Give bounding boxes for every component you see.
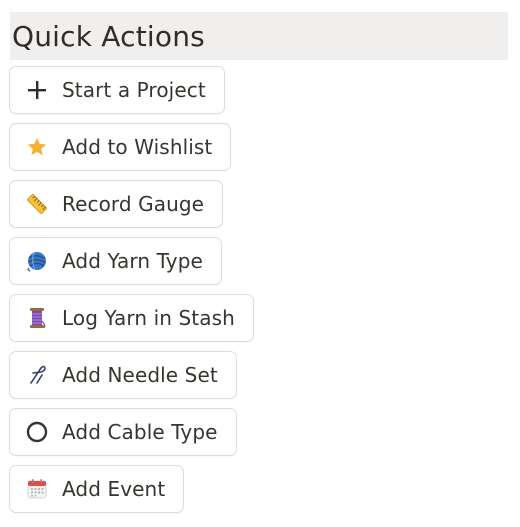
record-gauge-label: Record Gauge	[62, 192, 205, 216]
quick-actions-list: Start a Project Add to Wishlist Record G…	[9, 66, 254, 522]
add-cable-type-button[interactable]: Add Cable Type	[9, 408, 237, 456]
add-event-button[interactable]: Add Event	[9, 465, 185, 513]
add-to-wishlist-label: Add to Wishlist	[62, 135, 213, 159]
add-cable-type-label: Add Cable Type	[62, 420, 218, 444]
calendar-icon	[24, 476, 50, 502]
thread-spool-icon	[24, 305, 50, 331]
add-event-label: Add Event	[62, 477, 166, 501]
add-needle-set-button[interactable]: Add Needle Set	[9, 351, 237, 399]
record-gauge-button[interactable]: Record Gauge	[9, 180, 224, 228]
add-to-wishlist-button[interactable]: Add to Wishlist	[9, 123, 232, 171]
yarn-ball-icon	[24, 248, 50, 274]
add-yarn-type-label: Add Yarn Type	[62, 249, 203, 273]
page-title: Quick Actions	[12, 20, 205, 53]
plus-icon	[24, 77, 50, 103]
start-project-label: Start a Project	[62, 78, 206, 102]
quick-actions-header: Quick Actions	[10, 12, 508, 60]
start-project-button[interactable]: Start a Project	[9, 66, 225, 114]
add-needle-set-label: Add Needle Set	[62, 363, 218, 387]
log-yarn-in-stash-label: Log Yarn in Stash	[62, 306, 235, 330]
ruler-icon	[24, 191, 50, 217]
log-yarn-in-stash-button[interactable]: Log Yarn in Stash	[9, 294, 254, 342]
knitting-needle-icon	[24, 362, 50, 388]
circle-outline-icon	[24, 419, 50, 445]
add-yarn-type-button[interactable]: Add Yarn Type	[9, 237, 222, 285]
star-icon	[24, 134, 50, 160]
